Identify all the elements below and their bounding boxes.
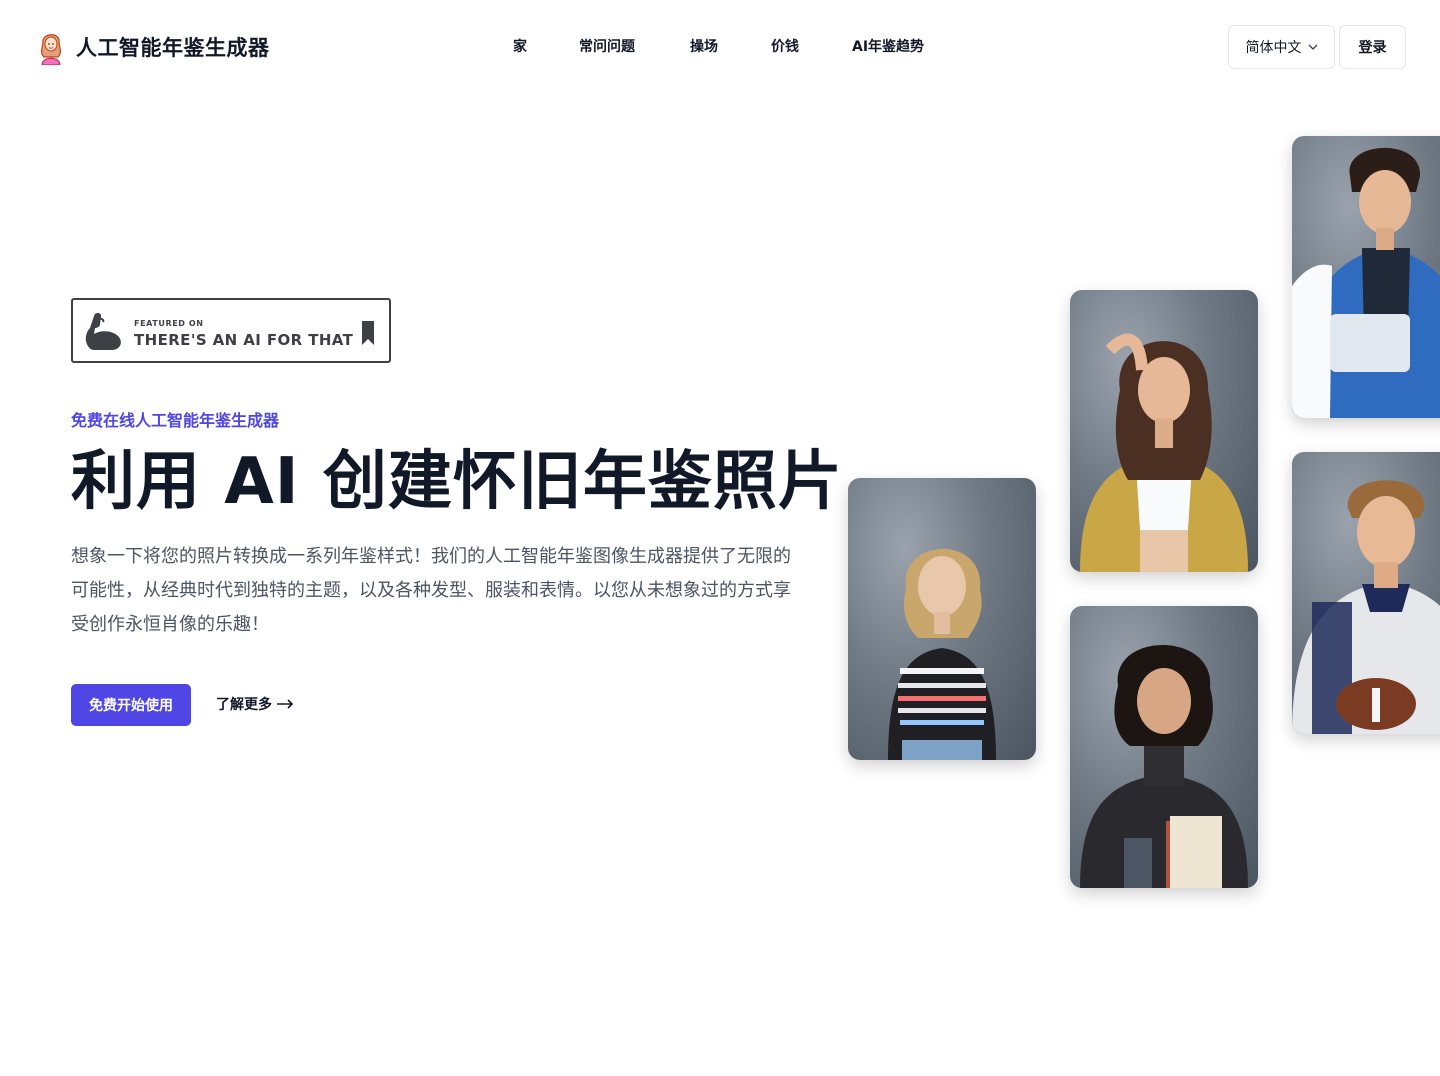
portrait-image: [1292, 147, 1440, 418]
site-header: 人工智能年鉴生成器 家 常问问题 操场 价钱 AI年鉴趋势 简体中文 登录: [0, 0, 1440, 94]
portrait-image: [1292, 480, 1440, 734]
start-free-button[interactable]: 免费开始使用: [71, 684, 191, 726]
portrait-card-football-player: [1292, 452, 1440, 734]
badge-featured-label: FEATURED ON: [134, 319, 204, 328]
flexed-arm-icon: [85, 313, 121, 350]
portrait-image: [1080, 333, 1248, 572]
page: 人工智能年鉴生成器 家 常问问题 操场 价钱 AI年鉴趋势 简体中文 登录 FE…: [0, 0, 1440, 1076]
language-select[interactable]: 简体中文: [1228, 25, 1335, 69]
portrait-card-varsity-jacket: [1292, 136, 1440, 418]
badge-title: THERE'S AN AI FOR THAT: [134, 331, 354, 349]
portrait-card-striped-shirt: [848, 478, 1036, 760]
nav-faq[interactable]: 常问问题: [579, 36, 635, 56]
nav-home[interactable]: 家: [513, 36, 527, 56]
hero-title: 利用 AI 创建怀旧年鉴照片: [71, 445, 843, 519]
learn-more-link[interactable]: 了解更多: [216, 694, 294, 714]
main-nav: 家 常问问题 操场 价钱 AI年鉴趋势: [0, 36, 1440, 58]
portrait-image: [1080, 644, 1248, 888]
arrow-right-icon: [277, 699, 294, 709]
hero-eyebrow: 免费在线人工智能年鉴生成器: [71, 411, 280, 430]
nav-playground[interactable]: 操场: [690, 36, 718, 56]
hero-description: 想象一下将您的照片转换成一系列年鉴样式！我们的人工智能年鉴图像生成器提供了无限的…: [71, 546, 791, 635]
portrait-card-book-holder: [1070, 606, 1258, 888]
portrait-card-tweed-jacket: [1070, 290, 1258, 572]
language-label: 简体中文: [1245, 40, 1302, 56]
bookmark-icon: [362, 321, 374, 345]
portrait-image: [888, 548, 996, 760]
learn-more-label: 了解更多: [216, 697, 272, 713]
login-button[interactable]: 登录: [1339, 25, 1406, 69]
chevron-down-icon: [1308, 44, 1317, 50]
nav-pricing[interactable]: 价钱: [771, 36, 799, 56]
nav-ai-yearbook-trend[interactable]: AI年鉴趋势: [852, 36, 924, 56]
featured-on-badge[interactable]: FEATURED ON THERE'S AN AI FOR THAT: [71, 298, 391, 363]
